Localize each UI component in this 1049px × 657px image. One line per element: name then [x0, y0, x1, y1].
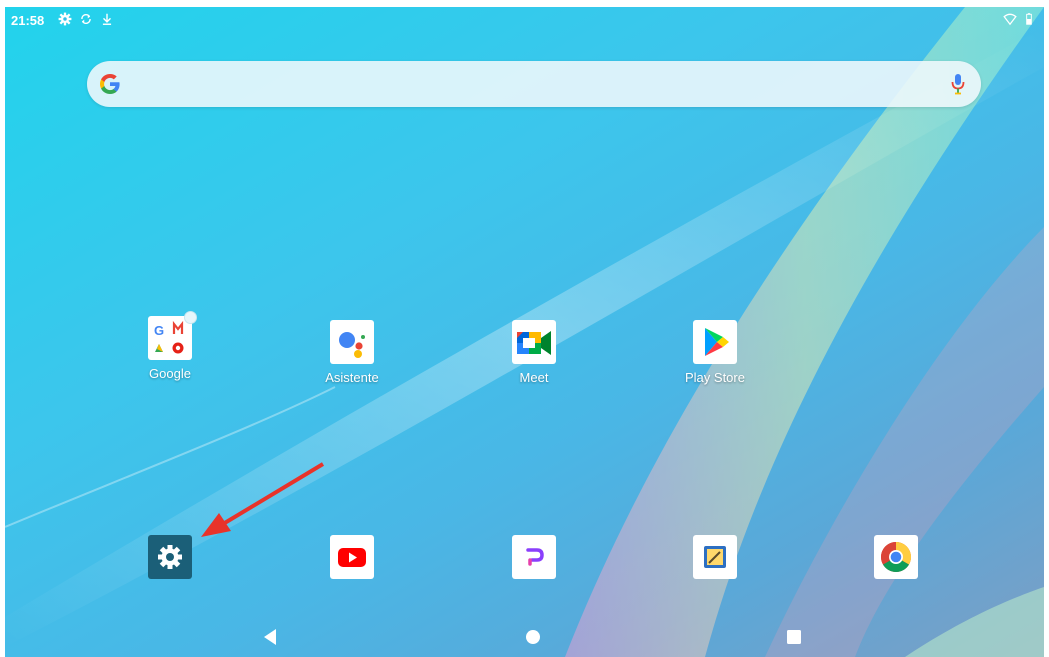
annotation-arrow: [201, 462, 325, 537]
back-icon[interactable]: [261, 627, 281, 647]
home-screen: 21:58 G Google Asistente Meet Play Store: [5, 7, 1044, 657]
home-icon[interactable]: [523, 627, 543, 647]
recents-icon[interactable]: [784, 627, 804, 647]
navigation-bar: [5, 617, 1044, 657]
